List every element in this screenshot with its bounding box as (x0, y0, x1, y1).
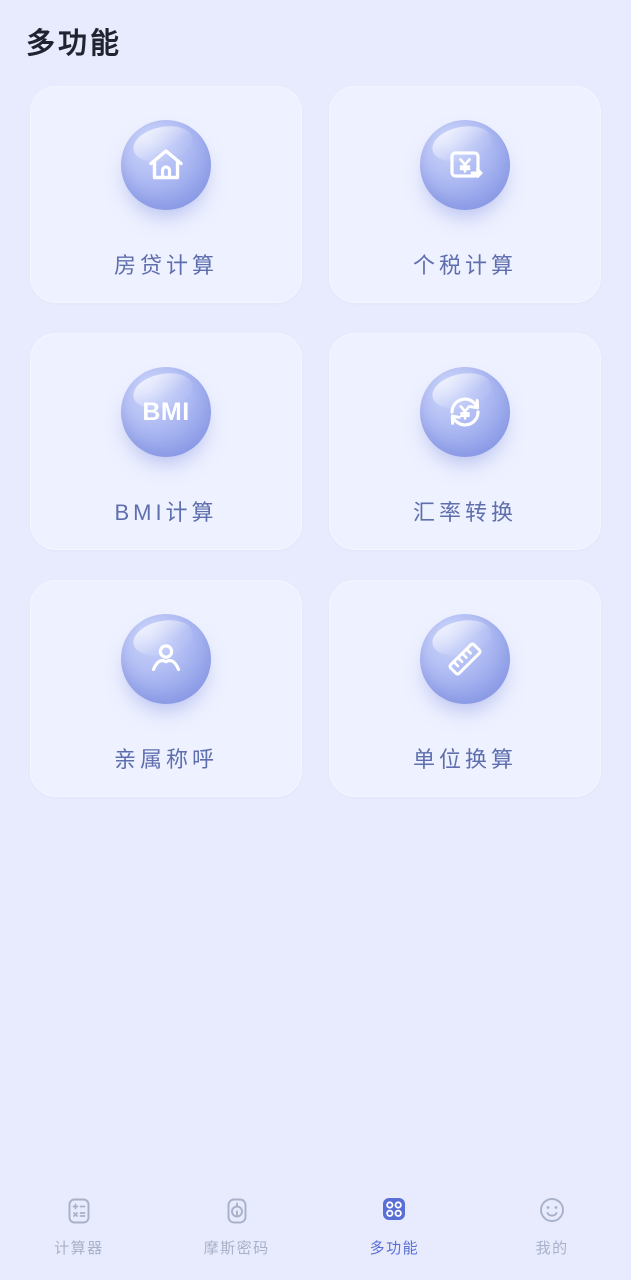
feature-card-label: 汇率转换 (412, 500, 517, 525)
feature-card-label: BMI计算 (114, 500, 218, 525)
page-header: 多功能 (0, 0, 631, 86)
feature-card-relatives[interactable]: 亲属称呼 (30, 580, 302, 797)
page-title: 多功能 (26, 28, 123, 60)
smiley-face-icon (535, 1194, 569, 1228)
feature-card-bmi[interactable]: BMI BMI计算 (30, 333, 302, 550)
feature-card-unit-conversion[interactable]: 单位换算 (329, 580, 601, 797)
feature-card-label: 单位换算 (412, 747, 517, 772)
grid-apps-icon (377, 1194, 411, 1228)
tab-mine[interactable]: 我的 (473, 1194, 631, 1258)
tab-label: 我的 (535, 1240, 569, 1257)
tab-morse-code[interactable]: 摩斯密码 (158, 1194, 316, 1258)
bmi-text-icon: BMI (121, 367, 211, 457)
feature-grid: 房贷计算 个税计算 BMI BMI计算 汇率转换 亲属称呼 单位换算 (0, 86, 631, 797)
feature-card-label: 个税计算 (412, 253, 517, 278)
tab-calculator[interactable]: 计算器 (0, 1194, 158, 1258)
feature-card-label: 亲属称呼 (113, 747, 218, 772)
feature-card-income-tax[interactable]: 个税计算 (329, 86, 601, 303)
lock-icon (220, 1194, 254, 1228)
feature-card-exchange-rate[interactable]: 汇率转换 (329, 333, 601, 550)
feature-card-label: 房贷计算 (113, 253, 218, 278)
person-icon (121, 614, 211, 704)
house-icon (121, 120, 211, 210)
bottom-tab-bar: 计算器 摩斯密码 多功能 我的 (0, 1184, 631, 1280)
tab-label: 摩斯密码 (203, 1240, 270, 1257)
tab-label: 多功能 (369, 1240, 420, 1257)
tab-label: 计算器 (54, 1240, 104, 1257)
currency-exchange-icon (420, 367, 510, 457)
feature-card-mortgage[interactable]: 房贷计算 (30, 86, 302, 303)
yuan-box-arrow-icon (420, 120, 510, 210)
ruler-icon (420, 614, 510, 704)
bmi-text: BMI (142, 397, 190, 426)
tab-multifunction[interactable]: 多功能 (316, 1194, 474, 1258)
calculator-icon (62, 1194, 96, 1228)
